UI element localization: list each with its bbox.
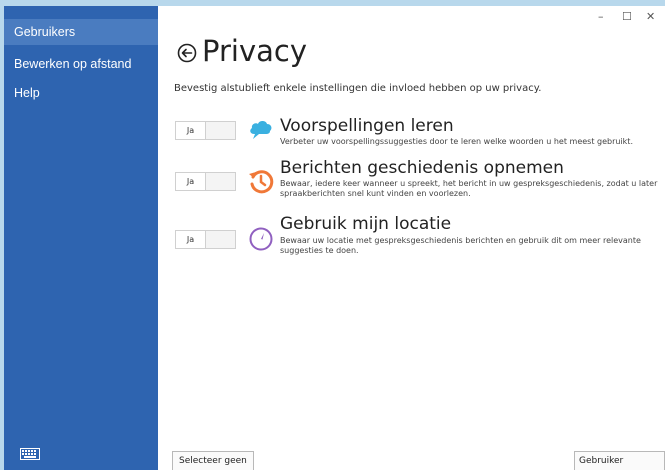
cloud-icon [248, 118, 274, 145]
option-description: Verbeter uw voorspellingssuggesties door… [280, 137, 633, 146]
back-arrow-icon[interactable] [177, 43, 197, 68]
close-button[interactable]: ✕ [646, 10, 655, 23]
toggle-knob [206, 173, 235, 190]
create-user-button[interactable]: Gebruiker creëren [574, 451, 665, 470]
toggle-label: Ja [176, 231, 206, 248]
toggle-berichten-geschiedenis[interactable]: Ja [175, 172, 236, 191]
sidebar: Gebruikers Bewerken op afstand Help [4, 6, 158, 470]
app-window: Gebruikers Bewerken op afstand Help – ☐ … [4, 6, 665, 470]
maximize-button[interactable]: ☐ [622, 10, 632, 23]
option-title: Gebruik mijn locatie [280, 214, 452, 234]
sidebar-item-bewerken-op-afstand[interactable]: Bewerken op afstand [4, 51, 158, 77]
toggle-gebruik-mijn-locatie[interactable]: Ja [175, 230, 236, 249]
toggle-voorspellingen-leren[interactable]: Ja [175, 121, 236, 140]
sidebar-item-help[interactable]: Help [4, 80, 158, 106]
option-title: Voorspellingen leren [280, 116, 454, 136]
toggle-label: Ja [176, 173, 206, 190]
sidebar-item-gebruikers[interactable]: Gebruikers [4, 19, 158, 45]
page-subtitle: Bevestig alstublieft enkele instellingen… [174, 83, 542, 94]
compass-icon [248, 226, 274, 257]
toggle-knob [206, 231, 235, 248]
minimize-button[interactable]: – [598, 10, 604, 23]
option-title: Berichten geschiedenis opnemen [280, 158, 564, 178]
option-description: Bewaar uw locatie met gespreksgeschieden… [280, 236, 641, 255]
keyboard-icon[interactable] [20, 447, 40, 465]
option-description: Bewaar, iedere keer wanneer u spreekt, h… [280, 179, 658, 198]
toggle-knob [206, 122, 235, 139]
select-none-button[interactable]: Selecteer geen [172, 451, 254, 470]
page-title: Privacy [202, 34, 307, 68]
toggle-label: Ja [176, 122, 206, 139]
history-icon [248, 169, 274, 200]
